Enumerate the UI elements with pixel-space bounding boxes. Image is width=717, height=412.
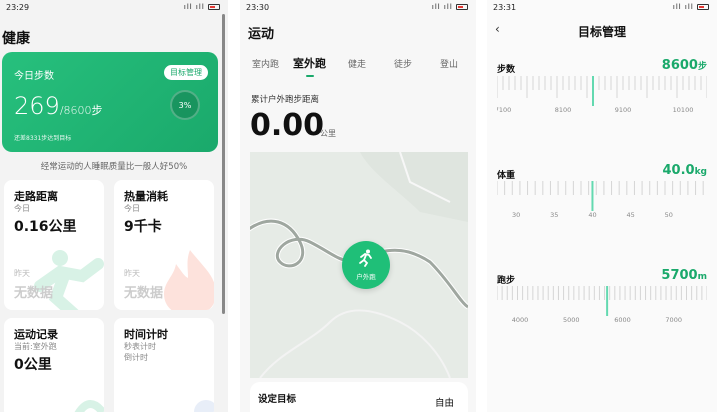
set-goal-title: 设定目标 xyxy=(258,394,297,405)
steps-goal: /8600步 xyxy=(59,104,103,117)
ruler-label: 9100 xyxy=(615,106,632,114)
metric-unit: 步 xyxy=(697,62,707,72)
steps-value: 269/8600步 xyxy=(14,92,103,120)
weight-ruler-slider[interactable]: 30 35 40 45 50 xyxy=(497,181,707,225)
timer-card[interactable]: 时间计时 秒表计时 倒计时 xyxy=(114,318,214,412)
steps-ruler-slider[interactable]: 7100 8100 9100 10100 xyxy=(497,76,707,120)
ruler-current-indicator[interactable] xyxy=(591,181,594,211)
start-run-label: 户外跑 xyxy=(356,273,376,281)
today-steps-card[interactable]: 今日步数 目标管理 269/8600步 3% 还差8331步达到目标 xyxy=(2,52,218,152)
ruler-label: 40 xyxy=(588,211,596,219)
health-tip: 经常运动的人睡眠质量比一般人好50% xyxy=(40,162,188,172)
card-value: 0.16公里 xyxy=(14,219,77,235)
page-title: 健康 xyxy=(2,31,30,47)
steps-count: 269 xyxy=(14,92,60,120)
tab-walk[interactable]: 健走 xyxy=(348,57,366,70)
ruler-current-indicator[interactable] xyxy=(606,286,609,316)
tab-outdoor-run[interactable]: 室外跑 xyxy=(293,55,326,71)
card-yesterday: 昨天 xyxy=(14,269,30,278)
sport-screen: 23:30 ıll ıll 运动 室内跑 室外跑 健走 徒步 登山 累计户外跑步… xyxy=(240,0,476,412)
ruler-label: 10100 xyxy=(673,106,694,114)
card-sub: 当前:室外跑 xyxy=(14,342,57,351)
running-figure-icon xyxy=(359,249,372,267)
active-tab-indicator xyxy=(306,75,314,77)
card-title: 走路距离 xyxy=(14,190,58,203)
dumbbell-icon xyxy=(74,400,104,412)
progress-percent: 3% xyxy=(178,100,192,110)
page-title: 目标管理 xyxy=(577,25,626,39)
ruler-label: 8100 xyxy=(555,106,572,114)
card-sub-2: 倒计时 xyxy=(124,353,148,362)
set-goal-value: 自由 xyxy=(434,398,454,409)
status-bar: 23:30 ıll ıll xyxy=(240,0,476,14)
tab-hike[interactable]: 徒步 xyxy=(394,57,412,70)
tab-climb[interactable]: 登山 xyxy=(440,57,458,70)
ruler-current-indicator[interactable] xyxy=(592,76,594,106)
scrollbar[interactable] xyxy=(222,14,225,314)
start-run-button[interactable]: 户外跑 xyxy=(342,241,390,289)
status-bar: 23:29 ıll ıll xyxy=(0,0,228,14)
signal-battery-icon: ıll ıll xyxy=(432,3,468,11)
calorie-card[interactable]: 热量消耗 今日 9千卡 昨天 无数据 xyxy=(114,180,214,310)
flame-icon xyxy=(164,250,214,310)
card-no-data: 无数据 xyxy=(124,286,164,301)
health-screen: 23:29 ıll ıll 健康 今日步数 目标管理 269/8600步 3% … xyxy=(0,0,228,412)
metric-unit: kg xyxy=(694,167,707,177)
ruler-label: 30 xyxy=(512,211,520,219)
run-ruler-slider[interactable]: 4000 5000 6000 7000 xyxy=(497,286,707,330)
metric-value-number: 5700 xyxy=(661,268,698,283)
card-value: 9千卡 xyxy=(124,219,162,235)
card-sub: 今日 xyxy=(14,204,30,213)
page-title: 运动 xyxy=(248,27,275,42)
ruler-label: 5000 xyxy=(563,316,580,324)
stopwatch-icon xyxy=(194,400,214,412)
ruler-label: 7100 xyxy=(497,106,511,114)
progress-ring: 3% xyxy=(170,90,200,120)
metric-value-number: 8600 xyxy=(661,58,698,73)
metric-weight-name: 体重 xyxy=(497,171,516,181)
distance-unit: 公里 xyxy=(320,129,336,138)
steps-remaining-text: 还差8331步达到目标 xyxy=(14,135,72,142)
ruler-label: 50 xyxy=(665,211,673,219)
card-title: 热量消耗 xyxy=(124,190,168,203)
status-bar: 23:31 ıll ıll xyxy=(487,0,717,14)
card-sub: 今日 xyxy=(124,204,140,213)
card-yesterday: 昨天 xyxy=(124,269,140,278)
status-time: 23:29 xyxy=(6,3,30,12)
metric-value-number: 40.0 xyxy=(662,163,695,178)
metric-steps-value: 8600步 xyxy=(662,58,707,73)
status-time: 23:30 xyxy=(246,3,270,12)
card-sub: 秒表计时 xyxy=(124,342,156,351)
distance-value: 0.00 xyxy=(250,108,325,143)
goal-management-screen: 23:31 ıll ıll ‹ 目标管理 步数 8600步 7100810091… xyxy=(487,0,717,412)
exercise-record-card[interactable]: 运动记录 当前:室外跑 0公里 xyxy=(4,318,104,412)
ruler-label: 6000 xyxy=(614,316,631,324)
metric-weight-value: 40.0kg xyxy=(662,163,707,178)
status-time: 23:31 xyxy=(493,3,517,12)
sport-tabs: 室内跑 室外跑 健走 徒步 登山 xyxy=(240,55,476,77)
distance-label: 累计户外跑步距离 xyxy=(251,95,320,105)
steps-label: 今日步数 xyxy=(14,71,54,82)
map-view[interactable]: 户外跑 xyxy=(250,152,468,378)
card-no-data: 无数据 xyxy=(14,286,54,301)
metric-steps-name: 步数 xyxy=(497,65,516,75)
ruler-label: 7000 xyxy=(665,316,682,324)
card-value: 0公里 xyxy=(14,357,52,373)
card-title: 运动记录 xyxy=(14,328,58,341)
ruler-label: 4000 xyxy=(512,316,529,324)
ruler-label: 45 xyxy=(626,211,634,219)
card-title: 时间计时 xyxy=(124,328,168,341)
goal-manage-button[interactable]: 目标管理 xyxy=(164,65,208,80)
ruler-label: 35 xyxy=(550,211,558,219)
metric-run-value: 5700m xyxy=(661,268,707,283)
walk-distance-card[interactable]: 走路距离 今日 0.16公里 昨天 无数据 xyxy=(4,180,104,310)
signal-battery-icon: ıll ıll xyxy=(673,3,709,11)
set-goal-card[interactable]: 设定目标 自由 xyxy=(250,382,468,412)
signal-battery-icon: ıll ıll xyxy=(184,3,220,11)
tab-indoor-run[interactable]: 室内跑 xyxy=(252,57,279,70)
metric-run-name: 跑步 xyxy=(497,276,516,286)
metric-unit: m xyxy=(697,272,707,282)
